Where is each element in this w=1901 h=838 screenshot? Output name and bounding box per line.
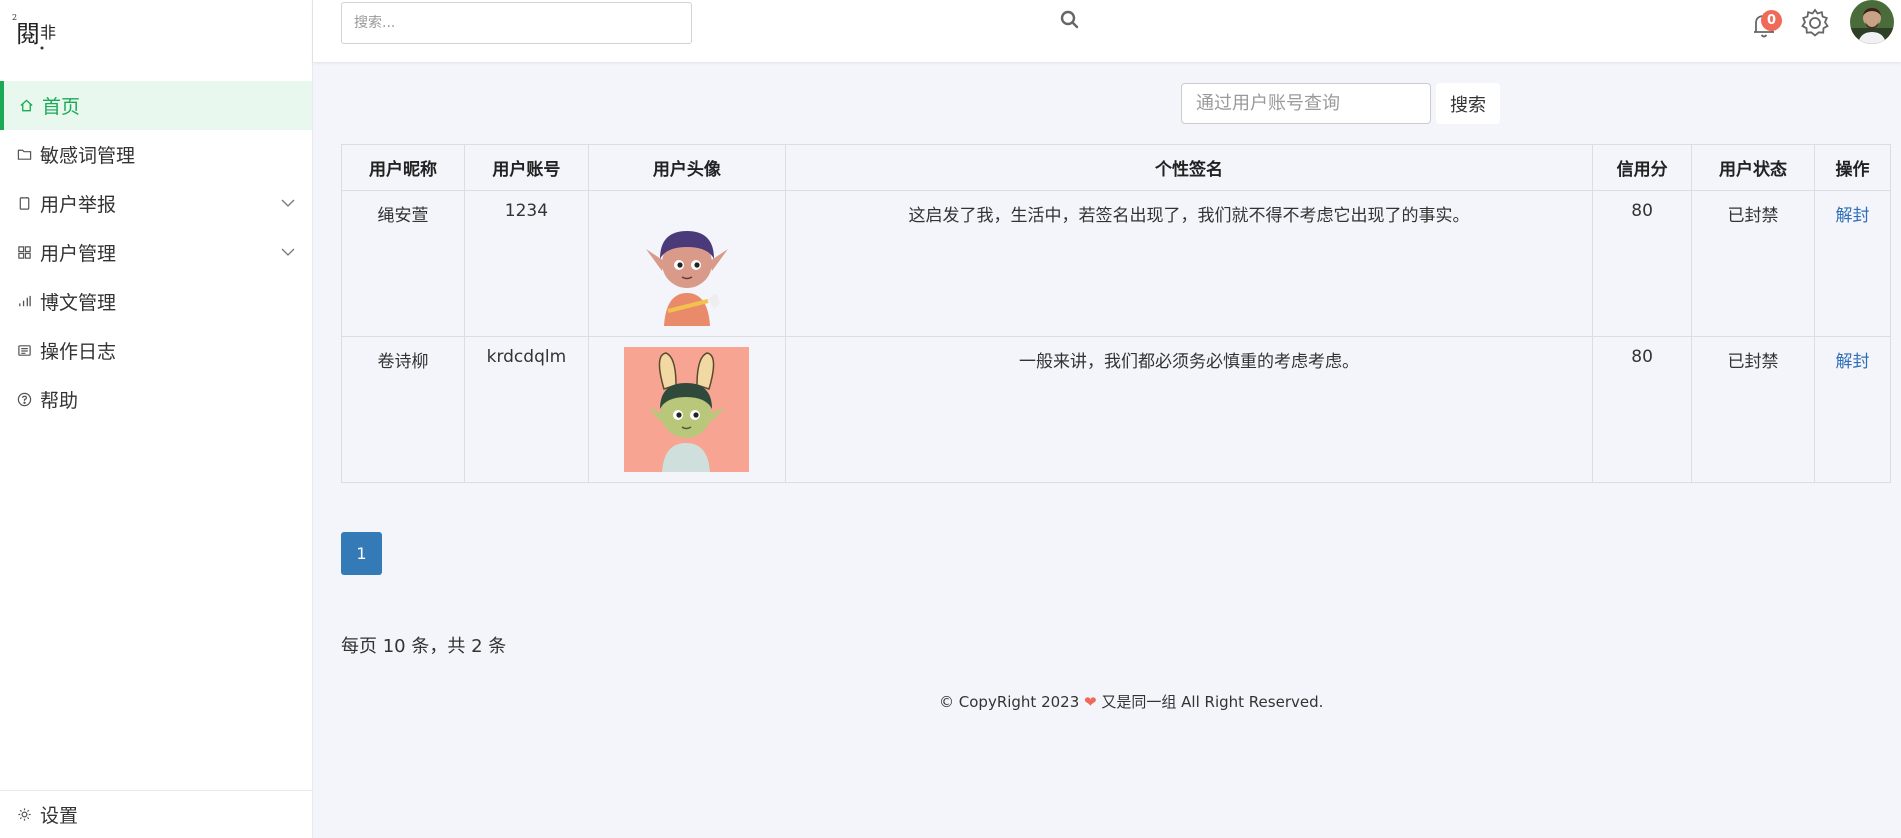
footer-text: 又是同一组 All Right Reserved. bbox=[1101, 693, 1324, 711]
logo: 2 閱 非 bbox=[12, 13, 56, 50]
svg-text:閱: 閱 bbox=[16, 20, 40, 48]
cell-signature: 一般来讲，我们都必须务必慎重的考虑考虑。 bbox=[784, 336, 1594, 483]
status-badge: 已封禁 bbox=[1691, 190, 1815, 337]
user-avatar[interactable] bbox=[1850, 0, 1894, 44]
sidebar-item-help[interactable]: 帮助 bbox=[0, 375, 312, 424]
user-avatar-image bbox=[646, 231, 729, 326]
chevron-down-icon bbox=[281, 248, 295, 256]
cell-credit: 80 bbox=[1592, 190, 1693, 337]
sidebar-item-label: 博文管理 bbox=[40, 292, 117, 314]
table-row: 绳安萱 1234 这启发了我，生活中，若签名出现了，我们就不得不考虑它出现了的事… bbox=[341, 190, 1891, 337]
heart-icon: ❤ bbox=[1084, 693, 1097, 711]
status-badge: 已封禁 bbox=[1691, 336, 1815, 483]
sidebar-item-operation-log[interactable]: 操作日志 bbox=[0, 326, 312, 375]
top-header: 0 bbox=[313, 0, 1901, 62]
sidebar-item-label: 用户举报 bbox=[40, 194, 117, 216]
svg-text:非: 非 bbox=[40, 23, 56, 42]
bar-chart-icon bbox=[14, 292, 34, 312]
table-row: 卷诗柳 krdcdqlm 一般来讲，我们都必须务必慎重的考虑考虑。 80 已封禁… bbox=[341, 336, 1891, 483]
gear-icon bbox=[14, 805, 34, 825]
sidebar-item-home[interactable]: 首页 bbox=[0, 81, 312, 130]
unban-link[interactable]: 解封 bbox=[1836, 352, 1870, 372]
cell-nickname: 绳安萱 bbox=[341, 190, 465, 337]
pagination-info: 每页 10 条，共 2 条 bbox=[341, 636, 507, 657]
pagination-page-button[interactable]: 1 bbox=[341, 532, 382, 575]
col-signature: 个性签名 bbox=[784, 144, 1594, 191]
sidebar-item-label: 用户管理 bbox=[40, 243, 117, 265]
sidebar-item-sensitive-words[interactable]: 敏感词管理 bbox=[0, 130, 312, 179]
col-nickname: 用户昵称 bbox=[341, 144, 465, 191]
unban-link[interactable]: 解封 bbox=[1836, 206, 1870, 226]
chevron-down-icon bbox=[281, 199, 295, 207]
col-avatar: 用户头像 bbox=[587, 144, 786, 191]
col-credit: 信用分 bbox=[1592, 144, 1693, 191]
table-header-row: 用户昵称 用户账号 用户头像 个性签名 信用分 用户状态 操作 bbox=[341, 144, 1891, 191]
list-icon bbox=[14, 341, 34, 361]
grid-icon bbox=[14, 243, 34, 263]
help-icon bbox=[14, 390, 34, 410]
users-table: 用户昵称 用户账号 用户头像 个性签名 信用分 用户状态 操作 绳安萱 1234 bbox=[341, 144, 1891, 483]
cell-account: 1234 bbox=[463, 190, 589, 337]
footer-copyright: © CopyRight 2023 bbox=[939, 693, 1080, 711]
cell-signature: 这启发了我，生活中，若签名出现了，我们就不得不考虑它出现了的事实。 bbox=[784, 190, 1594, 337]
sidebar-item-label: 帮助 bbox=[40, 390, 79, 412]
gear-icon[interactable] bbox=[1798, 6, 1832, 40]
query-search-button[interactable]: 搜索 bbox=[1436, 83, 1500, 124]
sidebar-item-user-reports[interactable]: 用户举报 bbox=[0, 179, 312, 228]
col-action: 操作 bbox=[1814, 144, 1891, 191]
cell-credit: 80 bbox=[1592, 336, 1693, 483]
cell-avatar bbox=[587, 190, 786, 337]
search-input[interactable] bbox=[341, 2, 692, 44]
col-account: 用户账号 bbox=[463, 144, 589, 191]
sidebar-menu: 首页 敏感词管理 用户举报 用户管理 博文管理 操作日志 帮助 bbox=[0, 81, 312, 424]
cell-account: krdcdqlm bbox=[463, 336, 589, 483]
sidebar-item-user-management[interactable]: 用户管理 bbox=[0, 228, 312, 277]
sidebar-settings-label: 设置 bbox=[40, 805, 79, 827]
cell-avatar bbox=[587, 336, 786, 483]
cell-nickname: 卷诗柳 bbox=[341, 336, 465, 483]
account-query-input[interactable] bbox=[1181, 83, 1431, 124]
sidebar-item-label: 操作日志 bbox=[40, 341, 117, 363]
sidebar-item-settings[interactable]: 设置 bbox=[0, 790, 312, 838]
home-icon bbox=[16, 96, 36, 116]
notification-badge: 0 bbox=[1761, 10, 1782, 31]
search-icon[interactable] bbox=[1059, 9, 1081, 31]
sidebar-item-label: 敏感词管理 bbox=[40, 145, 136, 167]
sidebar-item-label: 首页 bbox=[42, 96, 81, 118]
footer: © CopyRight 2023 ❤ 又是同一组 All Right Reser… bbox=[939, 691, 1323, 712]
sidebar: 2 閱 非 首页 敏感词管理 用户举报 用户管理 博文管理 操作日志 帮助 设置 bbox=[0, 0, 313, 838]
user-avatar-image bbox=[624, 347, 750, 472]
sidebar-item-blog-management[interactable]: 博文管理 bbox=[0, 277, 312, 326]
document-icon bbox=[14, 194, 34, 214]
col-status: 用户状态 bbox=[1691, 144, 1815, 191]
folder-icon bbox=[14, 145, 34, 165]
